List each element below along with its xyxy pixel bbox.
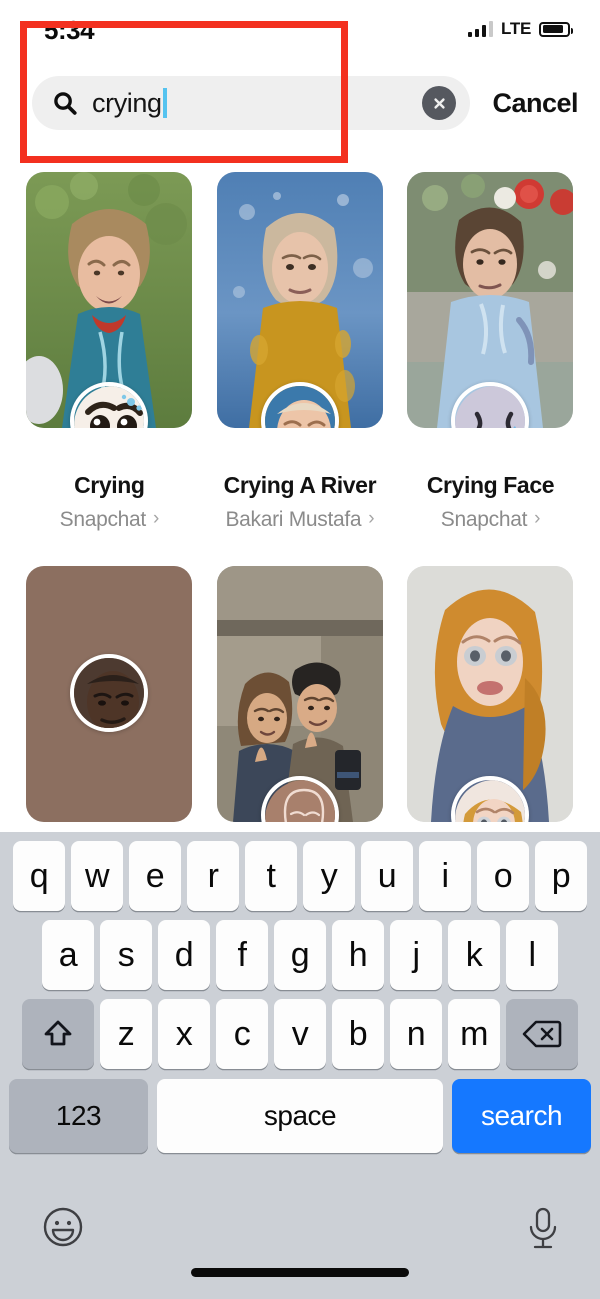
virtual-keyboard[interactable]: q w e r t y u i o p a s d f g h j k l z … xyxy=(0,832,600,1299)
signal-bars-icon xyxy=(467,21,494,37)
keyboard-row-1: q w e r t y u i o p xyxy=(0,841,600,911)
home-indicator[interactable] xyxy=(191,1268,409,1277)
chevron-right-icon: › xyxy=(152,508,159,529)
results-row: Crying Kells xyxy=(14,566,586,837)
search-bar[interactable]: crying Cancel xyxy=(0,72,600,134)
lens-author-name: Snapchat xyxy=(59,508,147,531)
key-q[interactable]: q xyxy=(13,841,65,911)
key-m[interactable]: m xyxy=(448,999,500,1069)
key-p[interactable]: p xyxy=(535,841,587,911)
key-s[interactable]: s xyxy=(100,920,152,990)
lens-result-card[interactable]: Crying Snapchat › xyxy=(14,172,205,532)
key-o[interactable]: o xyxy=(477,841,529,911)
key-b[interactable]: b xyxy=(332,999,384,1069)
lens-title: Crying A River xyxy=(223,472,377,498)
search-query-text: crying xyxy=(92,87,162,118)
key-t[interactable]: t xyxy=(245,841,297,911)
lens-author[interactable]: Bakari Mustafa › xyxy=(225,508,374,532)
shift-key[interactable] xyxy=(22,999,94,1069)
lens-result-card[interactable]: Crying xyxy=(205,566,396,837)
backspace-delete-icon xyxy=(522,1020,562,1048)
key-h[interactable]: h xyxy=(332,920,384,990)
numeric-mode-key[interactable]: 123 xyxy=(9,1079,149,1153)
key-l[interactable]: l xyxy=(506,920,558,990)
key-j[interactable]: j xyxy=(390,920,442,990)
key-g[interactable]: g xyxy=(274,920,326,990)
key-w[interactable]: w xyxy=(71,841,123,911)
key-k[interactable]: k xyxy=(448,920,500,990)
lens-author[interactable]: Snapchat › xyxy=(440,508,541,532)
key-i[interactable]: i xyxy=(419,841,471,911)
cancel-button[interactable]: Cancel xyxy=(492,88,578,119)
key-r[interactable]: r xyxy=(187,841,239,911)
key-e[interactable]: e xyxy=(129,841,181,911)
battery-icon xyxy=(539,21,573,37)
lens-preview-thumbnail[interactable] xyxy=(216,566,383,822)
lens-author-name: Snapchat xyxy=(440,508,528,531)
search-input[interactable]: crying xyxy=(32,76,471,130)
key-z[interactable]: z xyxy=(100,999,152,1069)
lens-result-card[interactable]: Crying Face Snapchat › xyxy=(395,172,586,532)
lens-preview-thumbnail[interactable] xyxy=(407,566,574,822)
results-row: Crying Snapchat › Crying A River Bakari … xyxy=(14,172,586,532)
chevron-right-icon: › xyxy=(534,508,541,529)
chevron-right-icon: › xyxy=(368,508,375,529)
key-v[interactable]: v xyxy=(274,999,326,1069)
key-n[interactable]: n xyxy=(390,999,442,1069)
keyboard-row-4: 123 space search xyxy=(0,1079,600,1153)
key-c[interactable]: c xyxy=(216,999,268,1069)
lens-title: Crying Face xyxy=(426,472,555,498)
lens-result-card[interactable]: Crying Kells xyxy=(14,566,205,837)
search-icon xyxy=(54,92,77,115)
key-y[interactable]: y xyxy=(303,841,355,911)
status-time: 5:34 xyxy=(44,14,95,45)
key-d[interactable]: d xyxy=(158,920,210,990)
space-key[interactable]: space xyxy=(157,1079,443,1153)
lens-preview-thumbnail[interactable] xyxy=(216,172,383,428)
key-u[interactable]: u xyxy=(361,841,413,911)
keyboard-row-2: a s d f g h j k l xyxy=(0,920,600,990)
keyboard-bottom-bar xyxy=(0,1184,600,1299)
lens-result-card[interactable]: Crying A River Bakari Mustafa › xyxy=(205,172,396,532)
phone-screen: 5:34 LTE crying Cancel Crying Snapchat ›… xyxy=(0,0,600,1299)
lens-result-card[interactable]: crying xyxy=(395,566,586,837)
network-type-label: LTE xyxy=(501,19,531,38)
lens-author[interactable]: Snapchat › xyxy=(59,508,160,532)
search-text-wrap: crying xyxy=(92,88,422,119)
status-indicators: LTE xyxy=(467,19,573,39)
text-cursor xyxy=(162,88,167,118)
clear-search-button[interactable] xyxy=(422,86,457,120)
status-bar: 5:34 LTE xyxy=(0,0,600,58)
lens-preview-thumbnail[interactable] xyxy=(26,172,193,428)
backspace-key[interactable] xyxy=(506,999,578,1069)
close-icon xyxy=(434,97,445,109)
key-a[interactable]: a xyxy=(42,920,94,990)
keyboard-row-3: z x c v b n m xyxy=(0,999,600,1069)
key-x[interactable]: x xyxy=(158,999,210,1069)
lens-icon-bubble xyxy=(70,654,149,732)
lens-title: Crying xyxy=(74,472,145,498)
key-f[interactable]: f xyxy=(216,920,268,990)
lens-author-name: Bakari Mustafa xyxy=(225,508,362,531)
lens-preview-thumbnail[interactable] xyxy=(26,566,193,822)
lens-results-grid: Crying Snapchat › Crying A River Bakari … xyxy=(0,172,600,837)
emoji-smiley-icon[interactable] xyxy=(42,1206,84,1248)
shift-arrow-icon xyxy=(44,1020,72,1046)
lens-preview-thumbnail[interactable] xyxy=(407,172,574,428)
search-submit-key[interactable]: search xyxy=(451,1079,591,1153)
microphone-icon[interactable] xyxy=(526,1206,560,1252)
